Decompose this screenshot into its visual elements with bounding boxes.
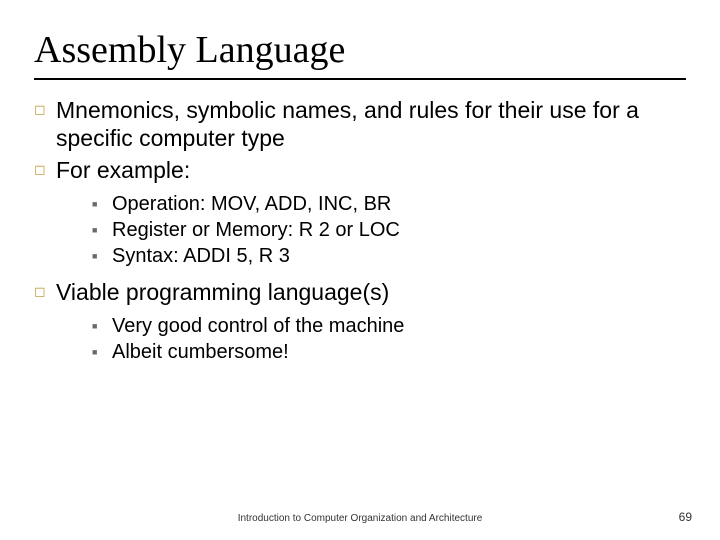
list-item: ■ Very good control of the machine bbox=[92, 314, 686, 338]
slide-footer: Introduction to Computer Organization an… bbox=[0, 513, 720, 524]
bullet-text: Very good control of the machine bbox=[112, 314, 404, 338]
footer-text: Introduction to Computer Organization an… bbox=[0, 513, 720, 524]
page-number: 69 bbox=[679, 510, 692, 524]
square-bullet-icon: ■ bbox=[92, 218, 112, 242]
slide: Assembly Language ◻ Mnemonics, symbolic … bbox=[0, 0, 720, 540]
square-bullet-icon: ◻ bbox=[34, 156, 56, 184]
list-item: ◻ Viable programming language(s) bbox=[34, 278, 686, 306]
square-bullet-icon: ◻ bbox=[34, 278, 56, 306]
square-bullet-icon: ◻ bbox=[34, 96, 56, 152]
bullet-text: Viable programming language(s) bbox=[56, 278, 389, 306]
square-bullet-icon: ■ bbox=[92, 314, 112, 338]
bullet-text: Register or Memory: R 2 or LOC bbox=[112, 218, 400, 242]
sub-list: ■ Operation: MOV, ADD, INC, BR ■ Registe… bbox=[92, 192, 686, 268]
list-item: ◻ Mnemonics, symbolic names, and rules f… bbox=[34, 96, 686, 152]
bullet-text: For example: bbox=[56, 156, 190, 184]
title-rule bbox=[34, 78, 686, 80]
bullet-list: ◻ Mnemonics, symbolic names, and rules f… bbox=[34, 96, 686, 364]
list-item: ■ Syntax: ADDI 5, R 3 bbox=[92, 244, 686, 268]
bullet-text: Mnemonics, symbolic names, and rules for… bbox=[56, 96, 686, 152]
bullet-text: Operation: MOV, ADD, INC, BR bbox=[112, 192, 391, 216]
bullet-text: Albeit cumbersome! bbox=[112, 340, 289, 364]
list-item: ■ Operation: MOV, ADD, INC, BR bbox=[92, 192, 686, 216]
sub-list: ■ Very good control of the machine ■ Alb… bbox=[92, 314, 686, 364]
square-bullet-icon: ■ bbox=[92, 244, 112, 268]
list-item: ■ Register or Memory: R 2 or LOC bbox=[92, 218, 686, 242]
bullet-text: Syntax: ADDI 5, R 3 bbox=[112, 244, 290, 268]
square-bullet-icon: ■ bbox=[92, 340, 112, 364]
list-item: ◻ For example: bbox=[34, 156, 686, 184]
slide-title: Assembly Language bbox=[34, 28, 686, 72]
square-bullet-icon: ■ bbox=[92, 192, 112, 216]
list-item: ■ Albeit cumbersome! bbox=[92, 340, 686, 364]
